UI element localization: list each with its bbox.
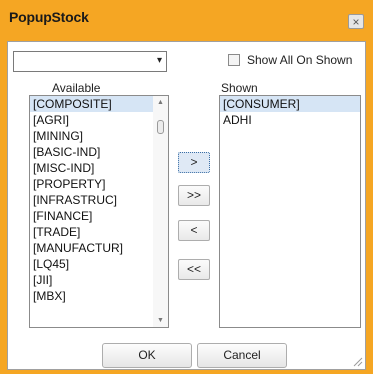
scrollbar-thumb[interactable] (157, 120, 164, 134)
resize-grip-icon[interactable] (351, 355, 363, 367)
chevron-down-icon[interactable]: ▾ (157, 55, 162, 66)
popup-stock-window: PopupStock × ▾ Show All On Shown Availab… (0, 0, 373, 374)
available-item[interactable]: [BASIC-IND] (30, 144, 168, 160)
available-item[interactable]: [MANUFACTUR] (30, 240, 168, 256)
dialog-body: ▾ Show All On Shown Available Shown [COM… (7, 41, 366, 370)
available-item[interactable]: [TRADE] (30, 224, 168, 240)
available-label: Available (52, 81, 101, 95)
cancel-button[interactable]: Cancel (197, 343, 287, 368)
available-item[interactable]: [INFRASTRUC] (30, 192, 168, 208)
add-all-button[interactable]: >> (178, 185, 210, 206)
title-bar[interactable]: PopupStock × (0, 0, 373, 36)
available-item[interactable]: [MINING] (30, 128, 168, 144)
available-listbox[interactable]: [COMPOSITE] [AGRI] [MINING] [BASIC-IND] … (29, 95, 169, 328)
available-item[interactable]: [COMPOSITE] (30, 96, 168, 112)
available-scrollbar[interactable]: ▲ ▼ (153, 96, 168, 327)
shown-listbox[interactable]: [CONSUMER] ADHI (219, 95, 361, 328)
shown-label: Shown (221, 81, 258, 95)
shown-item[interactable]: [CONSUMER] (220, 96, 360, 112)
show-all-checkbox[interactable] (228, 54, 240, 66)
shown-item[interactable]: ADHI (220, 112, 360, 128)
scroll-up-icon[interactable]: ▲ (157, 99, 164, 106)
ok-button[interactable]: OK (102, 343, 192, 368)
close-icon: × (352, 15, 360, 29)
filter-combobox[interactable]: ▾ (13, 51, 167, 72)
available-item[interactable]: [AGRI] (30, 112, 168, 128)
available-item[interactable]: [MBX] (30, 288, 168, 304)
scroll-down-icon[interactable]: ▼ (157, 317, 164, 324)
add-button[interactable]: > (178, 152, 210, 173)
remove-all-button[interactable]: << (178, 259, 210, 280)
close-button[interactable]: × (348, 14, 364, 29)
available-item[interactable]: [MISC-IND] (30, 160, 168, 176)
remove-button[interactable]: < (178, 220, 210, 241)
show-all-label[interactable]: Show All On Shown (247, 53, 352, 67)
available-item[interactable]: [PROPERTY] (30, 176, 168, 192)
available-item[interactable]: [LQ45] (30, 256, 168, 272)
window-title: PopupStock (9, 9, 89, 25)
available-item[interactable]: [JII] (30, 272, 168, 288)
available-item[interactable]: [FINANCE] (30, 208, 168, 224)
